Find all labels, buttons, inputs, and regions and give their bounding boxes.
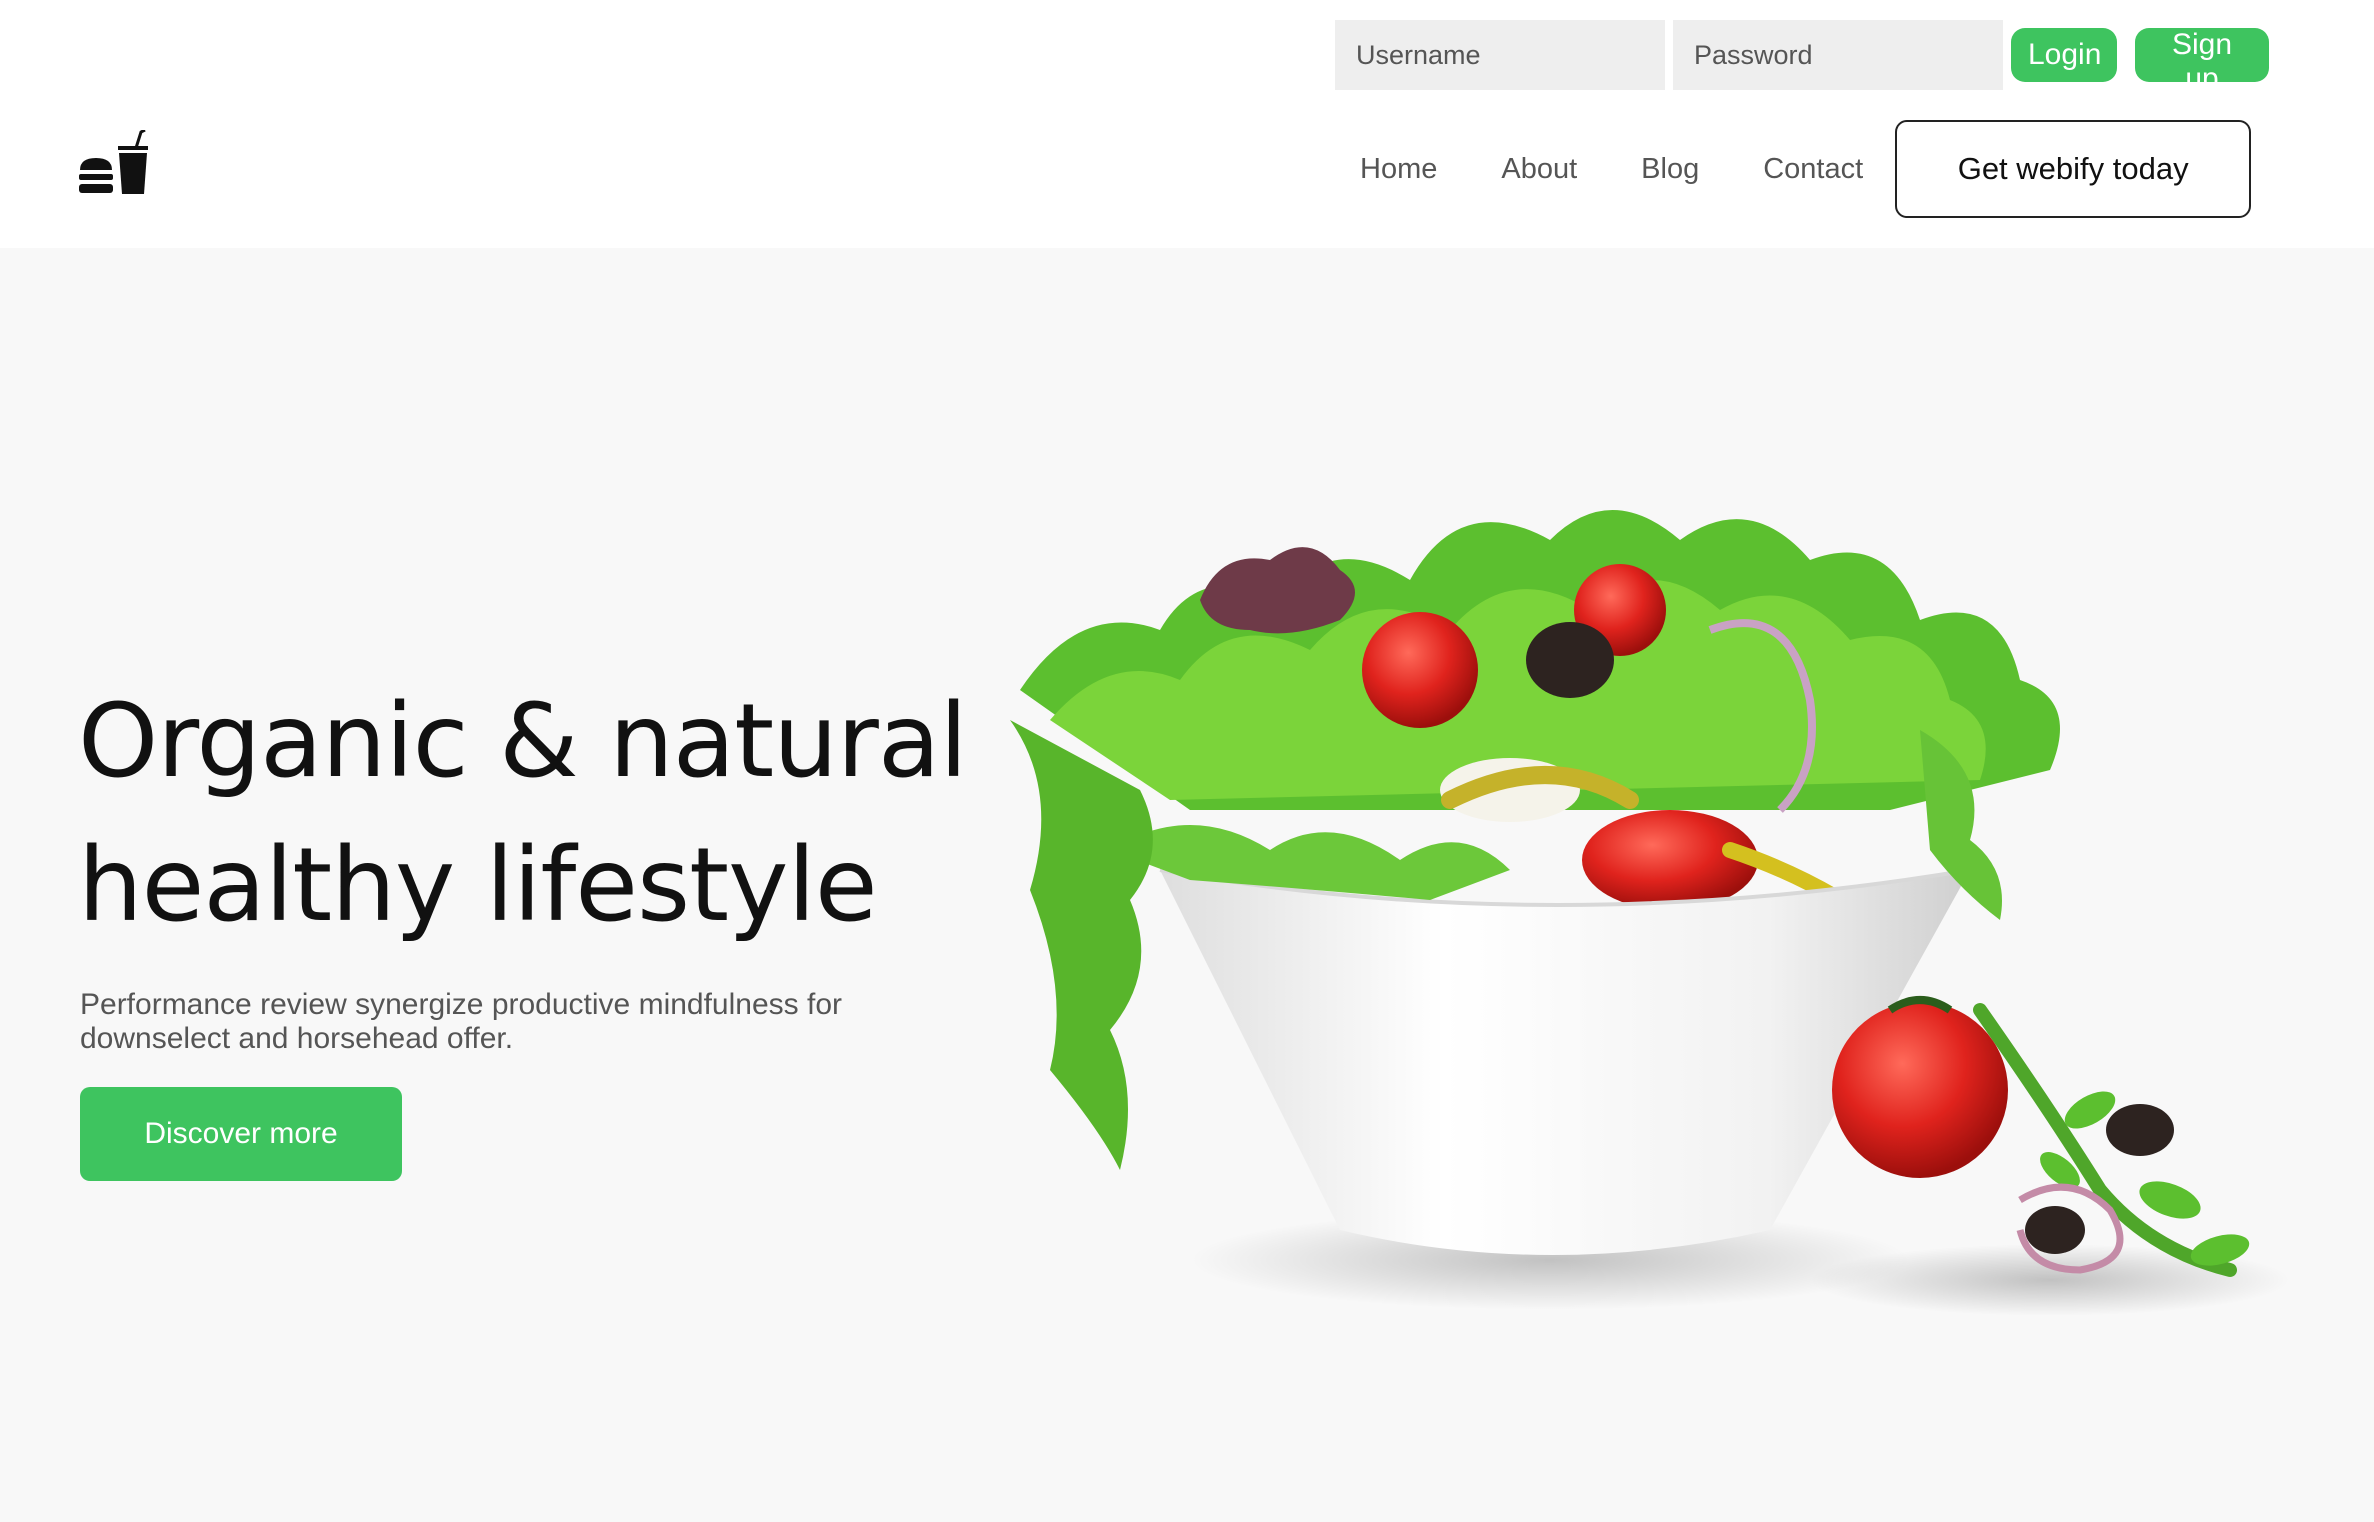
- hero-title: Organic & natural healthy lifestyle: [78, 670, 1008, 958]
- nav-about-link[interactable]: About: [1501, 153, 1577, 186]
- burger-and-drink-icon[interactable]: [78, 130, 154, 198]
- salad-bowl-illustration: [1010, 510, 2290, 1316]
- main-nav: Home About Blog Contact Get webify today: [1360, 120, 2252, 218]
- nav-home-link[interactable]: Home: [1360, 153, 1437, 186]
- nav-contact-link[interactable]: Contact: [1763, 153, 1863, 186]
- signup-button[interactable]: Sign up: [2135, 28, 2269, 95]
- hero-title-line-2: healthy lifestyle: [78, 826, 878, 945]
- auth-bar: Login Sign up: [1335, 20, 2269, 95]
- nav-blog-link[interactable]: Blog: [1641, 153, 1699, 186]
- hero-subtitle: Performance review synergize productive …: [80, 988, 842, 1055]
- password-input[interactable]: [1673, 20, 2003, 90]
- username-input[interactable]: [1335, 20, 1665, 90]
- discover-more-button[interactable]: Discover more: [80, 1087, 402, 1181]
- login-button[interactable]: Login: [2011, 28, 2117, 82]
- get-webify-button[interactable]: Get webify today: [1895, 120, 2252, 218]
- site-header: Login Sign up Home About Blog Contact Ge…: [0, 0, 2374, 248]
- hero-title-line-1: Organic & natural: [78, 682, 968, 801]
